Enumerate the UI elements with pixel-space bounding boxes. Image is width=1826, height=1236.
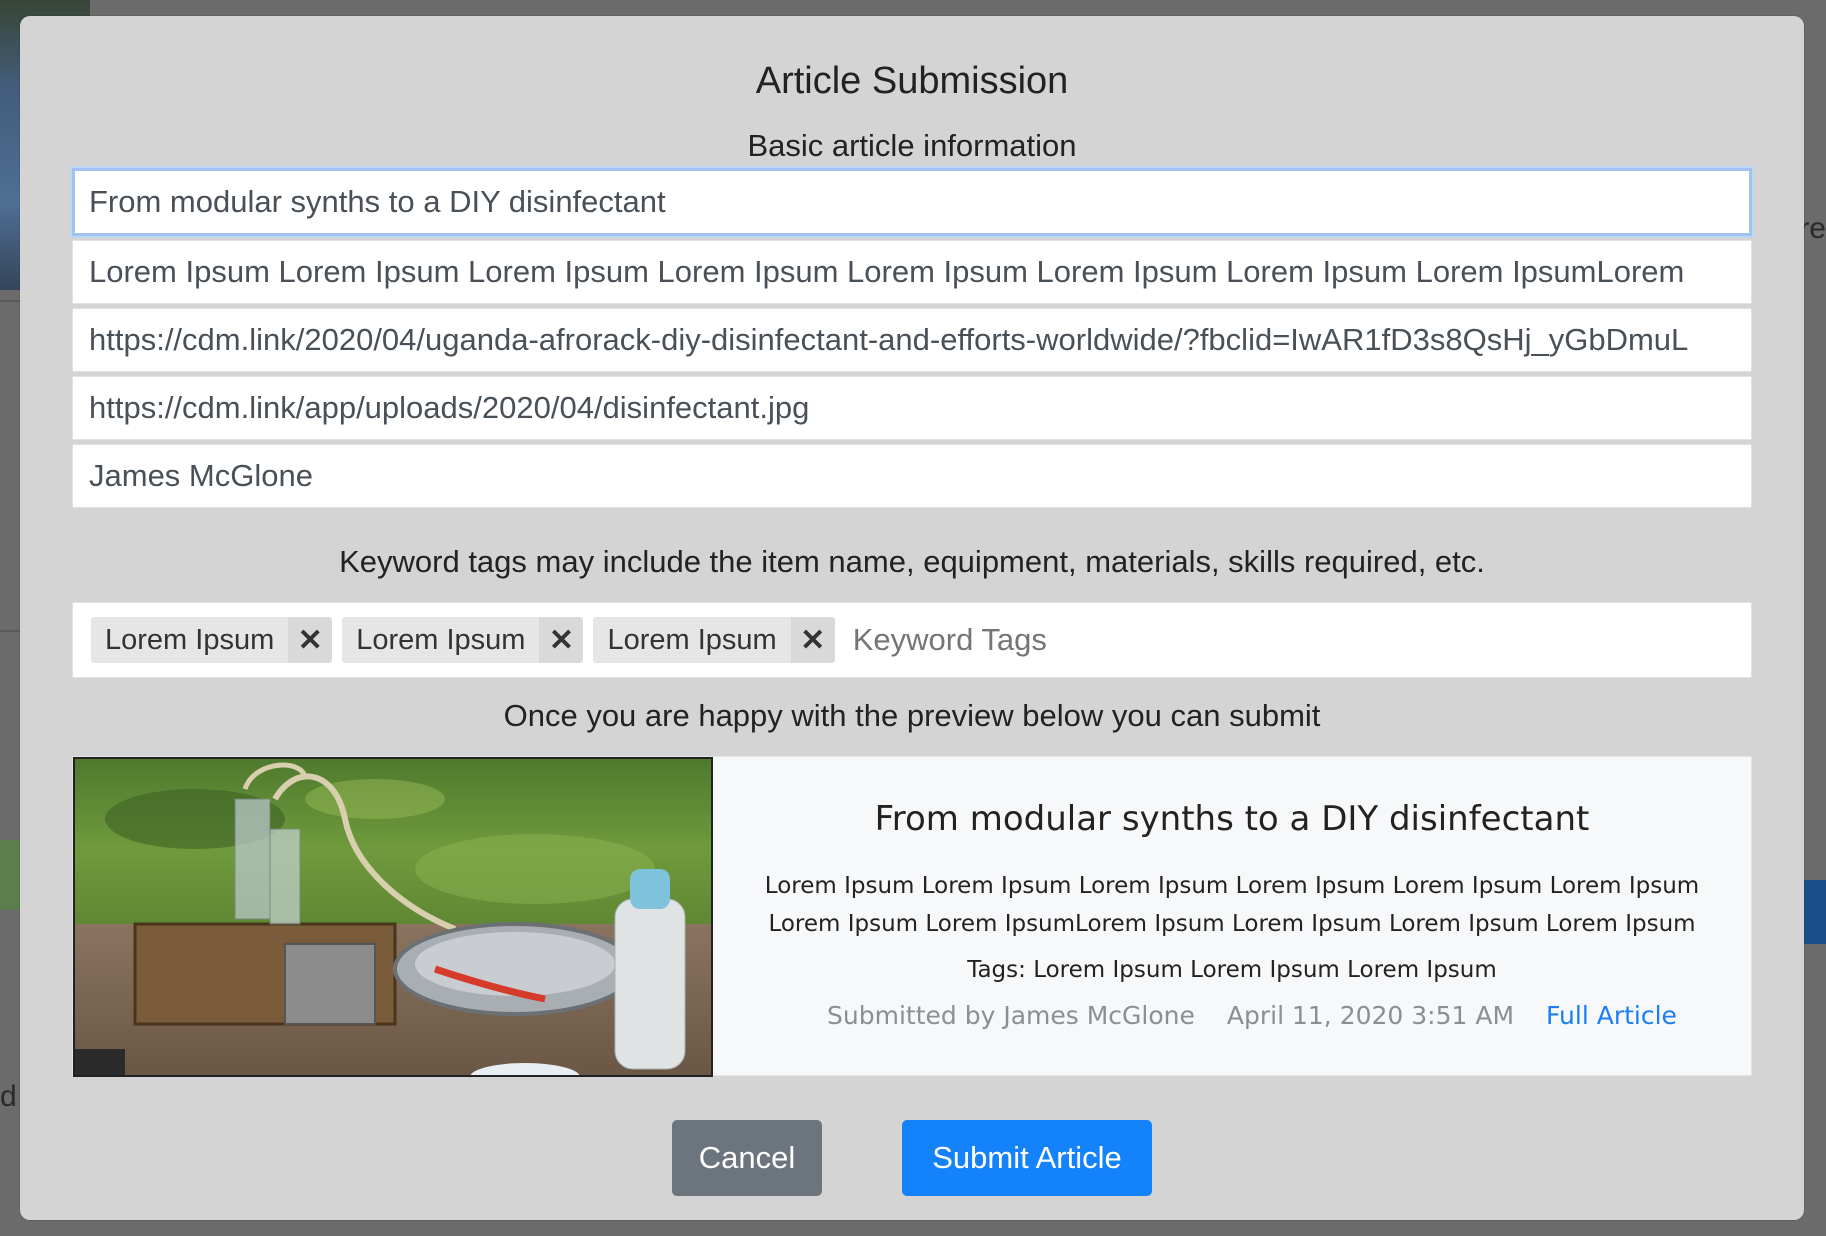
preview-description-line: Lorem Ipsum Lorem IpsumLorem Ipsum Lorem… [768,911,1696,937]
author-input[interactable] [72,444,1752,508]
keyword-hint: Keyword tags may include the item name, … [339,544,1485,579]
preview-hint: Once you are happy with the preview belo… [503,698,1321,733]
image-url-input[interactable] [72,376,1752,440]
description-input[interactable] [72,240,1752,304]
keyword-tag: Lorem Ipsum ✕ [342,617,584,663]
keyword-tags-field[interactable]: Lorem Ipsum ✕ Lorem Ipsum ✕ Lorem Ipsum … [72,602,1752,678]
full-article-link[interactable]: Full Article [1546,1001,1677,1030]
preview-author: Submitted by James McGlone [827,1001,1195,1030]
article-preview-card: From modular synths to a DIY disinfectan… [72,756,1752,1077]
background-button [1804,880,1826,944]
article-submission-modal: Article Submission Basic article informa… [20,16,1804,1220]
preview-date: April 11, 2020 3:51 AM [1226,1001,1515,1030]
tag-label: Lorem Ipsum [607,623,777,656]
keyword-tag: Lorem Ipsum ✕ [593,617,835,663]
submit-article-button[interactable]: Submit Article [902,1120,1152,1196]
article-url-input[interactable] [72,308,1752,372]
cancel-button[interactable]: Cancel [672,1120,822,1196]
preview-tags: Tags: Lorem Ipsum Lorem Ipsum Lorem Ipsu… [967,957,1497,983]
background-text: d [0,1080,17,1113]
preview-title: From modular synths to a DIY disinfectan… [874,799,1590,839]
tag-label: Lorem Ipsum [105,623,275,656]
preview-description-line: Lorem Ipsum Lorem Ipsum Lorem Ipsum Lore… [764,873,1700,899]
preview-description: Lorem Ipsum Lorem Ipsum Lorem Ipsum Lore… [753,867,1711,943]
background-thumbnail [0,840,20,910]
preview-meta: Submitted by James McGlone April 11, 202… [713,1001,1751,1030]
article-preview-body: From modular synths to a DIY disinfectan… [713,757,1751,1075]
remove-tag-icon[interactable]: ✕ [790,617,835,663]
modal-subtitle: Basic article information [747,128,1077,163]
article-preview-image [73,757,713,1077]
remove-tag-icon[interactable]: ✕ [539,617,584,663]
keyword-tag: Lorem Ipsum ✕ [91,617,333,663]
keyword-tags-input[interactable] [844,616,1751,664]
tag-label: Lorem Ipsum [356,623,526,656]
remove-tag-icon[interactable]: ✕ [288,617,333,663]
modal-title: Article Submission [755,60,1069,102]
title-input[interactable] [72,168,1752,236]
